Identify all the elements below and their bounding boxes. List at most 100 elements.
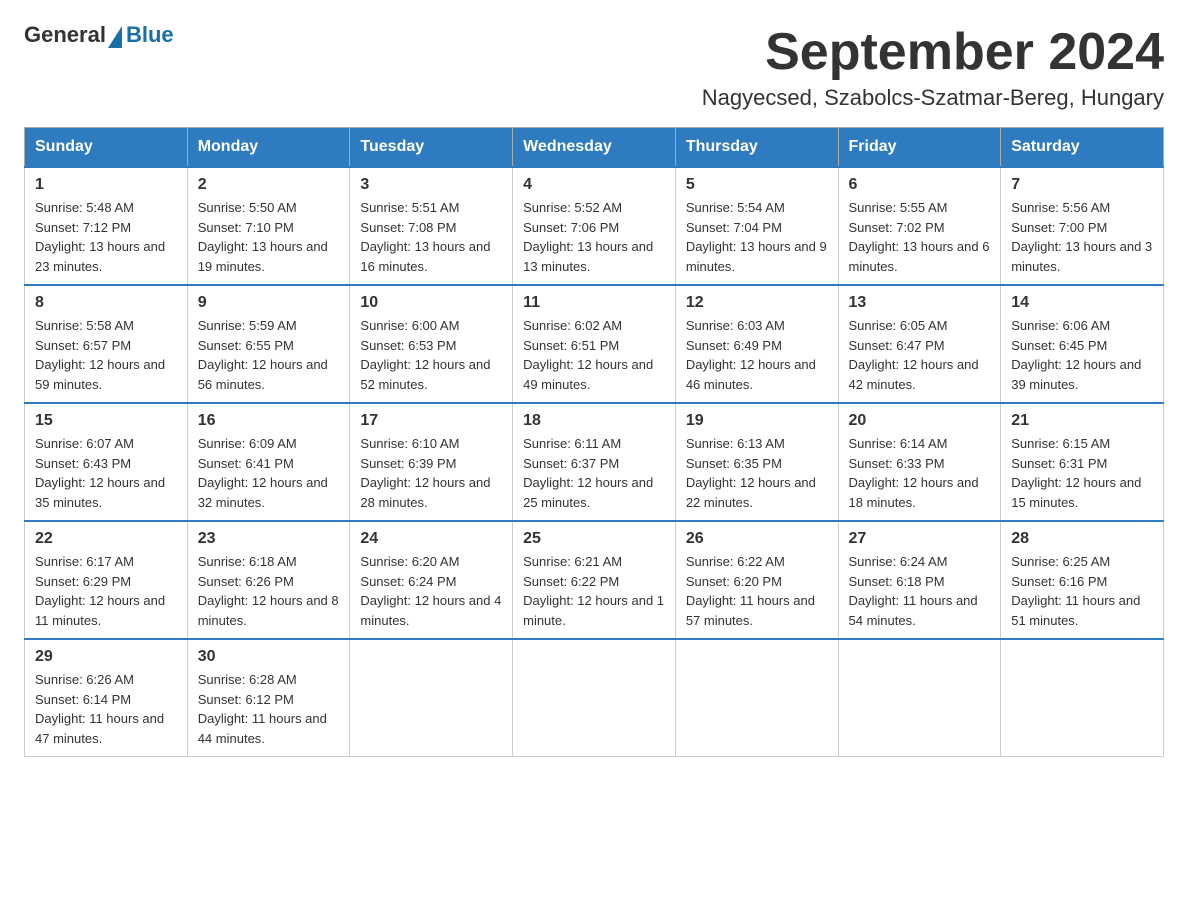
sunrise-label: Sunrise: 5:52 AM: [523, 200, 622, 215]
calendar-cell: [513, 639, 676, 757]
sunset-label: Sunset: 7:04 PM: [686, 220, 782, 235]
daylight-label: Daylight: 12 hours and 49 minutes.: [523, 357, 653, 392]
sunset-label: Sunset: 6:45 PM: [1011, 338, 1107, 353]
sunrise-label: Sunrise: 5:55 AM: [849, 200, 948, 215]
daylight-label: Daylight: 12 hours and 25 minutes.: [523, 475, 653, 510]
calendar-week-row: 15 Sunrise: 6:07 AM Sunset: 6:43 PM Dayl…: [25, 403, 1164, 521]
sunset-label: Sunset: 6:39 PM: [360, 456, 456, 471]
sunrise-label: Sunrise: 6:24 AM: [849, 554, 948, 569]
day-number: 13: [849, 294, 991, 312]
month-title: September 2024: [702, 24, 1164, 81]
calendar-cell: 24 Sunrise: 6:20 AM Sunset: 6:24 PM Dayl…: [350, 521, 513, 639]
day-number: 1: [35, 176, 177, 194]
day-info: Sunrise: 5:58 AM Sunset: 6:57 PM Dayligh…: [35, 316, 177, 394]
daylight-label: Daylight: 12 hours and 52 minutes.: [360, 357, 490, 392]
day-info: Sunrise: 6:10 AM Sunset: 6:39 PM Dayligh…: [360, 434, 502, 512]
day-number: 19: [686, 412, 828, 430]
calendar-cell: 2 Sunrise: 5:50 AM Sunset: 7:10 PM Dayli…: [187, 167, 350, 285]
day-number: 25: [523, 530, 665, 548]
calendar-body: 1 Sunrise: 5:48 AM Sunset: 7:12 PM Dayli…: [25, 167, 1164, 757]
location-title: Nagyecsed, Szabolcs-Szatmar-Bereg, Hunga…: [702, 85, 1164, 111]
calendar-week-row: 29 Sunrise: 6:26 AM Sunset: 6:14 PM Dayl…: [25, 639, 1164, 757]
sunrise-label: Sunrise: 5:58 AM: [35, 318, 134, 333]
sunrise-label: Sunrise: 5:51 AM: [360, 200, 459, 215]
day-info: Sunrise: 6:28 AM Sunset: 6:12 PM Dayligh…: [198, 670, 340, 748]
sunrise-label: Sunrise: 5:59 AM: [198, 318, 297, 333]
title-area: September 2024 Nagyecsed, Szabolcs-Szatm…: [702, 24, 1164, 111]
sunset-label: Sunset: 6:18 PM: [849, 574, 945, 589]
day-info: Sunrise: 6:02 AM Sunset: 6:51 PM Dayligh…: [523, 316, 665, 394]
sunrise-label: Sunrise: 6:21 AM: [523, 554, 622, 569]
day-number: 20: [849, 412, 991, 430]
sunrise-label: Sunrise: 6:15 AM: [1011, 436, 1110, 451]
daylight-label: Daylight: 12 hours and 39 minutes.: [1011, 357, 1141, 392]
sunset-label: Sunset: 6:51 PM: [523, 338, 619, 353]
calendar-cell: [675, 639, 838, 757]
calendar-cell: 21 Sunrise: 6:15 AM Sunset: 6:31 PM Dayl…: [1001, 403, 1164, 521]
day-number: 16: [198, 412, 340, 430]
sunrise-label: Sunrise: 6:22 AM: [686, 554, 785, 569]
calendar-cell: 13 Sunrise: 6:05 AM Sunset: 6:47 PM Dayl…: [838, 285, 1001, 403]
sunset-label: Sunset: 7:12 PM: [35, 220, 131, 235]
day-number: 26: [686, 530, 828, 548]
calendar-table: SundayMondayTuesdayWednesdayThursdayFrid…: [24, 127, 1164, 757]
calendar-cell: 29 Sunrise: 6:26 AM Sunset: 6:14 PM Dayl…: [25, 639, 188, 757]
sunset-label: Sunset: 7:06 PM: [523, 220, 619, 235]
day-number: 10: [360, 294, 502, 312]
daylight-label: Daylight: 12 hours and 59 minutes.: [35, 357, 165, 392]
day-number: 21: [1011, 412, 1153, 430]
daylight-label: Daylight: 12 hours and 1 minute.: [523, 593, 664, 628]
sunset-label: Sunset: 6:57 PM: [35, 338, 131, 353]
daylight-label: Daylight: 13 hours and 23 minutes.: [35, 239, 165, 274]
day-info: Sunrise: 6:03 AM Sunset: 6:49 PM Dayligh…: [686, 316, 828, 394]
day-number: 29: [35, 648, 177, 666]
sunset-label: Sunset: 6:41 PM: [198, 456, 294, 471]
daylight-label: Daylight: 12 hours and 22 minutes.: [686, 475, 816, 510]
day-number: 24: [360, 530, 502, 548]
daylight-label: Daylight: 11 hours and 54 minutes.: [849, 593, 978, 628]
day-number: 3: [360, 176, 502, 194]
daylight-label: Daylight: 13 hours and 6 minutes.: [849, 239, 990, 274]
calendar-cell: 28 Sunrise: 6:25 AM Sunset: 6:16 PM Dayl…: [1001, 521, 1164, 639]
calendar-cell: 4 Sunrise: 5:52 AM Sunset: 7:06 PM Dayli…: [513, 167, 676, 285]
calendar-cell: 17 Sunrise: 6:10 AM Sunset: 6:39 PM Dayl…: [350, 403, 513, 521]
calendar-cell: 18 Sunrise: 6:11 AM Sunset: 6:37 PM Dayl…: [513, 403, 676, 521]
day-info: Sunrise: 6:15 AM Sunset: 6:31 PM Dayligh…: [1011, 434, 1153, 512]
day-info: Sunrise: 6:20 AM Sunset: 6:24 PM Dayligh…: [360, 552, 502, 630]
day-number: 8: [35, 294, 177, 312]
sunrise-label: Sunrise: 6:00 AM: [360, 318, 459, 333]
daylight-label: Daylight: 13 hours and 9 minutes.: [686, 239, 827, 274]
day-number: 15: [35, 412, 177, 430]
daylight-label: Daylight: 13 hours and 19 minutes.: [198, 239, 328, 274]
day-info: Sunrise: 6:00 AM Sunset: 6:53 PM Dayligh…: [360, 316, 502, 394]
calendar-cell: 16 Sunrise: 6:09 AM Sunset: 6:41 PM Dayl…: [187, 403, 350, 521]
day-info: Sunrise: 6:07 AM Sunset: 6:43 PM Dayligh…: [35, 434, 177, 512]
weekday-header-sunday: Sunday: [25, 128, 188, 168]
day-info: Sunrise: 6:21 AM Sunset: 6:22 PM Dayligh…: [523, 552, 665, 630]
calendar-cell: 22 Sunrise: 6:17 AM Sunset: 6:29 PM Dayl…: [25, 521, 188, 639]
daylight-label: Daylight: 12 hours and 11 minutes.: [35, 593, 165, 628]
calendar-cell: 25 Sunrise: 6:21 AM Sunset: 6:22 PM Dayl…: [513, 521, 676, 639]
calendar-cell: 9 Sunrise: 5:59 AM Sunset: 6:55 PM Dayli…: [187, 285, 350, 403]
daylight-label: Daylight: 12 hours and 32 minutes.: [198, 475, 328, 510]
sunset-label: Sunset: 6:33 PM: [849, 456, 945, 471]
sunrise-label: Sunrise: 6:10 AM: [360, 436, 459, 451]
calendar-cell: 30 Sunrise: 6:28 AM Sunset: 6:12 PM Dayl…: [187, 639, 350, 757]
sunset-label: Sunset: 6:55 PM: [198, 338, 294, 353]
sunrise-label: Sunrise: 5:48 AM: [35, 200, 134, 215]
day-number: 5: [686, 176, 828, 194]
sunrise-label: Sunrise: 6:05 AM: [849, 318, 948, 333]
day-info: Sunrise: 6:26 AM Sunset: 6:14 PM Dayligh…: [35, 670, 177, 748]
sunset-label: Sunset: 6:14 PM: [35, 692, 131, 707]
sunrise-label: Sunrise: 6:11 AM: [523, 436, 621, 451]
calendar-cell: 20 Sunrise: 6:14 AM Sunset: 6:33 PM Dayl…: [838, 403, 1001, 521]
day-info: Sunrise: 5:56 AM Sunset: 7:00 PM Dayligh…: [1011, 198, 1153, 276]
calendar-cell: 11 Sunrise: 6:02 AM Sunset: 6:51 PM Dayl…: [513, 285, 676, 403]
day-number: 2: [198, 176, 340, 194]
sunrise-label: Sunrise: 6:18 AM: [198, 554, 297, 569]
daylight-label: Daylight: 12 hours and 15 minutes.: [1011, 475, 1141, 510]
sunset-label: Sunset: 7:02 PM: [849, 220, 945, 235]
day-info: Sunrise: 6:09 AM Sunset: 6:41 PM Dayligh…: [198, 434, 340, 512]
calendar-cell: 23 Sunrise: 6:18 AM Sunset: 6:26 PM Dayl…: [187, 521, 350, 639]
sunset-label: Sunset: 6:53 PM: [360, 338, 456, 353]
